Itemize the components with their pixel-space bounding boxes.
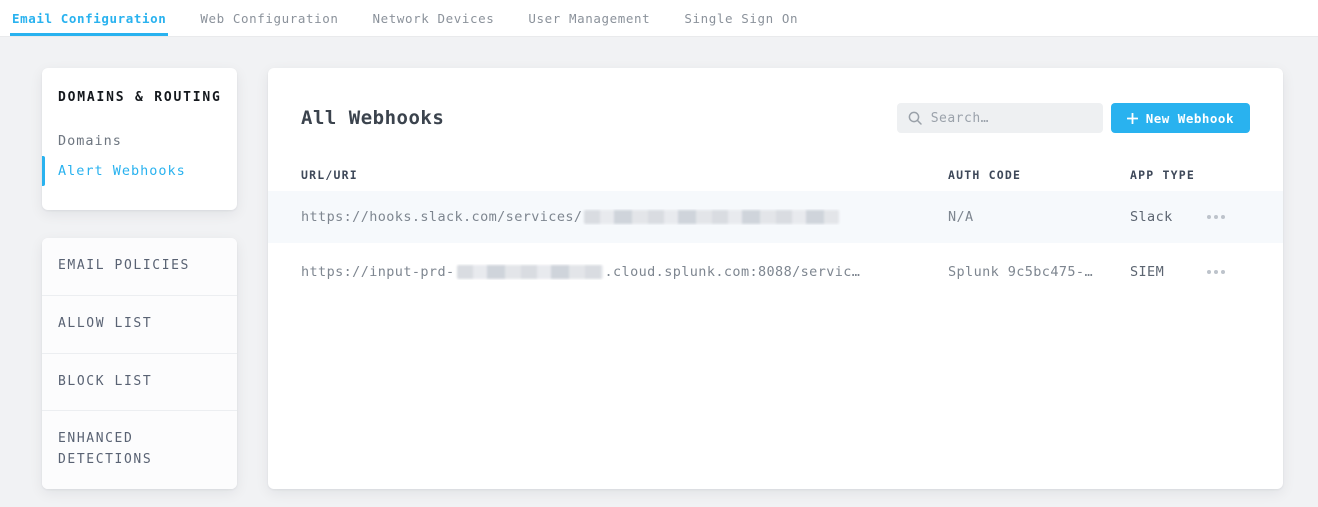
header-actions: New Webhook: [897, 103, 1250, 133]
webhook-url-cell: https://hooks.slack.com/services/: [301, 209, 948, 225]
page-title: All Webhooks: [301, 107, 444, 129]
column-header-url: URL/URI: [301, 168, 948, 182]
app-type-cell: SIEM: [1130, 264, 1207, 280]
sidebar-item-allow-list[interactable]: ALLOW LIST: [42, 296, 237, 354]
redacted-blur: [457, 265, 603, 279]
search-box: [897, 103, 1103, 133]
table-header-row: URL/URI AUTH CODE APP TYPE: [301, 159, 1250, 191]
new-webhook-button[interactable]: New Webhook: [1111, 103, 1250, 133]
page-content: DOMAINS & ROUTING Domains Alert Webhooks…: [0, 37, 1318, 489]
redacted-blur: [584, 210, 839, 224]
sidebar-sections-card: EMAIL POLICIES ALLOW LIST BLOCK LIST ENH…: [42, 238, 237, 489]
app-type-cell: Slack: [1130, 209, 1207, 225]
sidebar-item-alert-webhooks[interactable]: Alert Webhooks: [58, 156, 221, 186]
sidebar-item-block-list[interactable]: BLOCK LIST: [42, 354, 237, 412]
plus-icon: [1127, 113, 1138, 124]
domains-routing-card: DOMAINS & ROUTING Domains Alert Webhooks: [42, 68, 237, 210]
column-header-app-type: APP TYPE: [1130, 168, 1207, 182]
row-actions-menu-icon[interactable]: [1207, 270, 1229, 274]
sidebar-item-domains[interactable]: Domains: [58, 126, 221, 156]
tab-user-management[interactable]: User Management: [526, 0, 652, 36]
table-row[interactable]: https://input-prd- .cloud.splunk.com:808…: [268, 243, 1283, 301]
webhooks-table: URL/URI AUTH CODE APP TYPE https://hooks…: [301, 159, 1250, 301]
routing-card-title: DOMAINS & ROUTING: [58, 90, 221, 105]
column-header-auth-code: AUTH CODE: [948, 168, 1130, 182]
webhooks-panel: All Webhooks New Webhook: [268, 68, 1283, 489]
table-row[interactable]: https://hooks.slack.com/services/ N/A Sl…: [268, 191, 1283, 243]
panel-header: All Webhooks New Webhook: [301, 103, 1250, 133]
webhook-url-cell: https://input-prd- .cloud.splunk.com:808…: [301, 264, 948, 280]
auth-code-cell: Splunk 9c5bc475-…: [948, 264, 1130, 280]
webhook-url-suffix: .cloud.splunk.com:8088/servic…: [605, 264, 861, 280]
tab-single-sign-on[interactable]: Single Sign On: [682, 0, 800, 36]
top-navigation: Email Configuration Web Configuration Ne…: [0, 0, 1318, 37]
webhook-url-prefix: https://hooks.slack.com/services/: [301, 209, 582, 225]
tab-email-configuration[interactable]: Email Configuration: [10, 0, 168, 36]
auth-code-cell: N/A: [948, 209, 1130, 225]
sidebar-item-enhanced-detections[interactable]: ENHANCED DETECTIONS: [42, 411, 237, 489]
sidebar: DOMAINS & ROUTING Domains Alert Webhooks…: [42, 68, 237, 489]
tab-network-devices[interactable]: Network Devices: [371, 0, 497, 36]
search-icon: [907, 110, 923, 126]
new-webhook-button-label: New Webhook: [1146, 111, 1234, 126]
tab-web-configuration[interactable]: Web Configuration: [198, 0, 340, 36]
row-actions-menu-icon[interactable]: [1207, 215, 1229, 219]
search-input[interactable]: [897, 103, 1103, 133]
webhook-url-prefix: https://input-prd-: [301, 264, 455, 280]
sidebar-item-email-policies[interactable]: EMAIL POLICIES: [42, 238, 237, 296]
